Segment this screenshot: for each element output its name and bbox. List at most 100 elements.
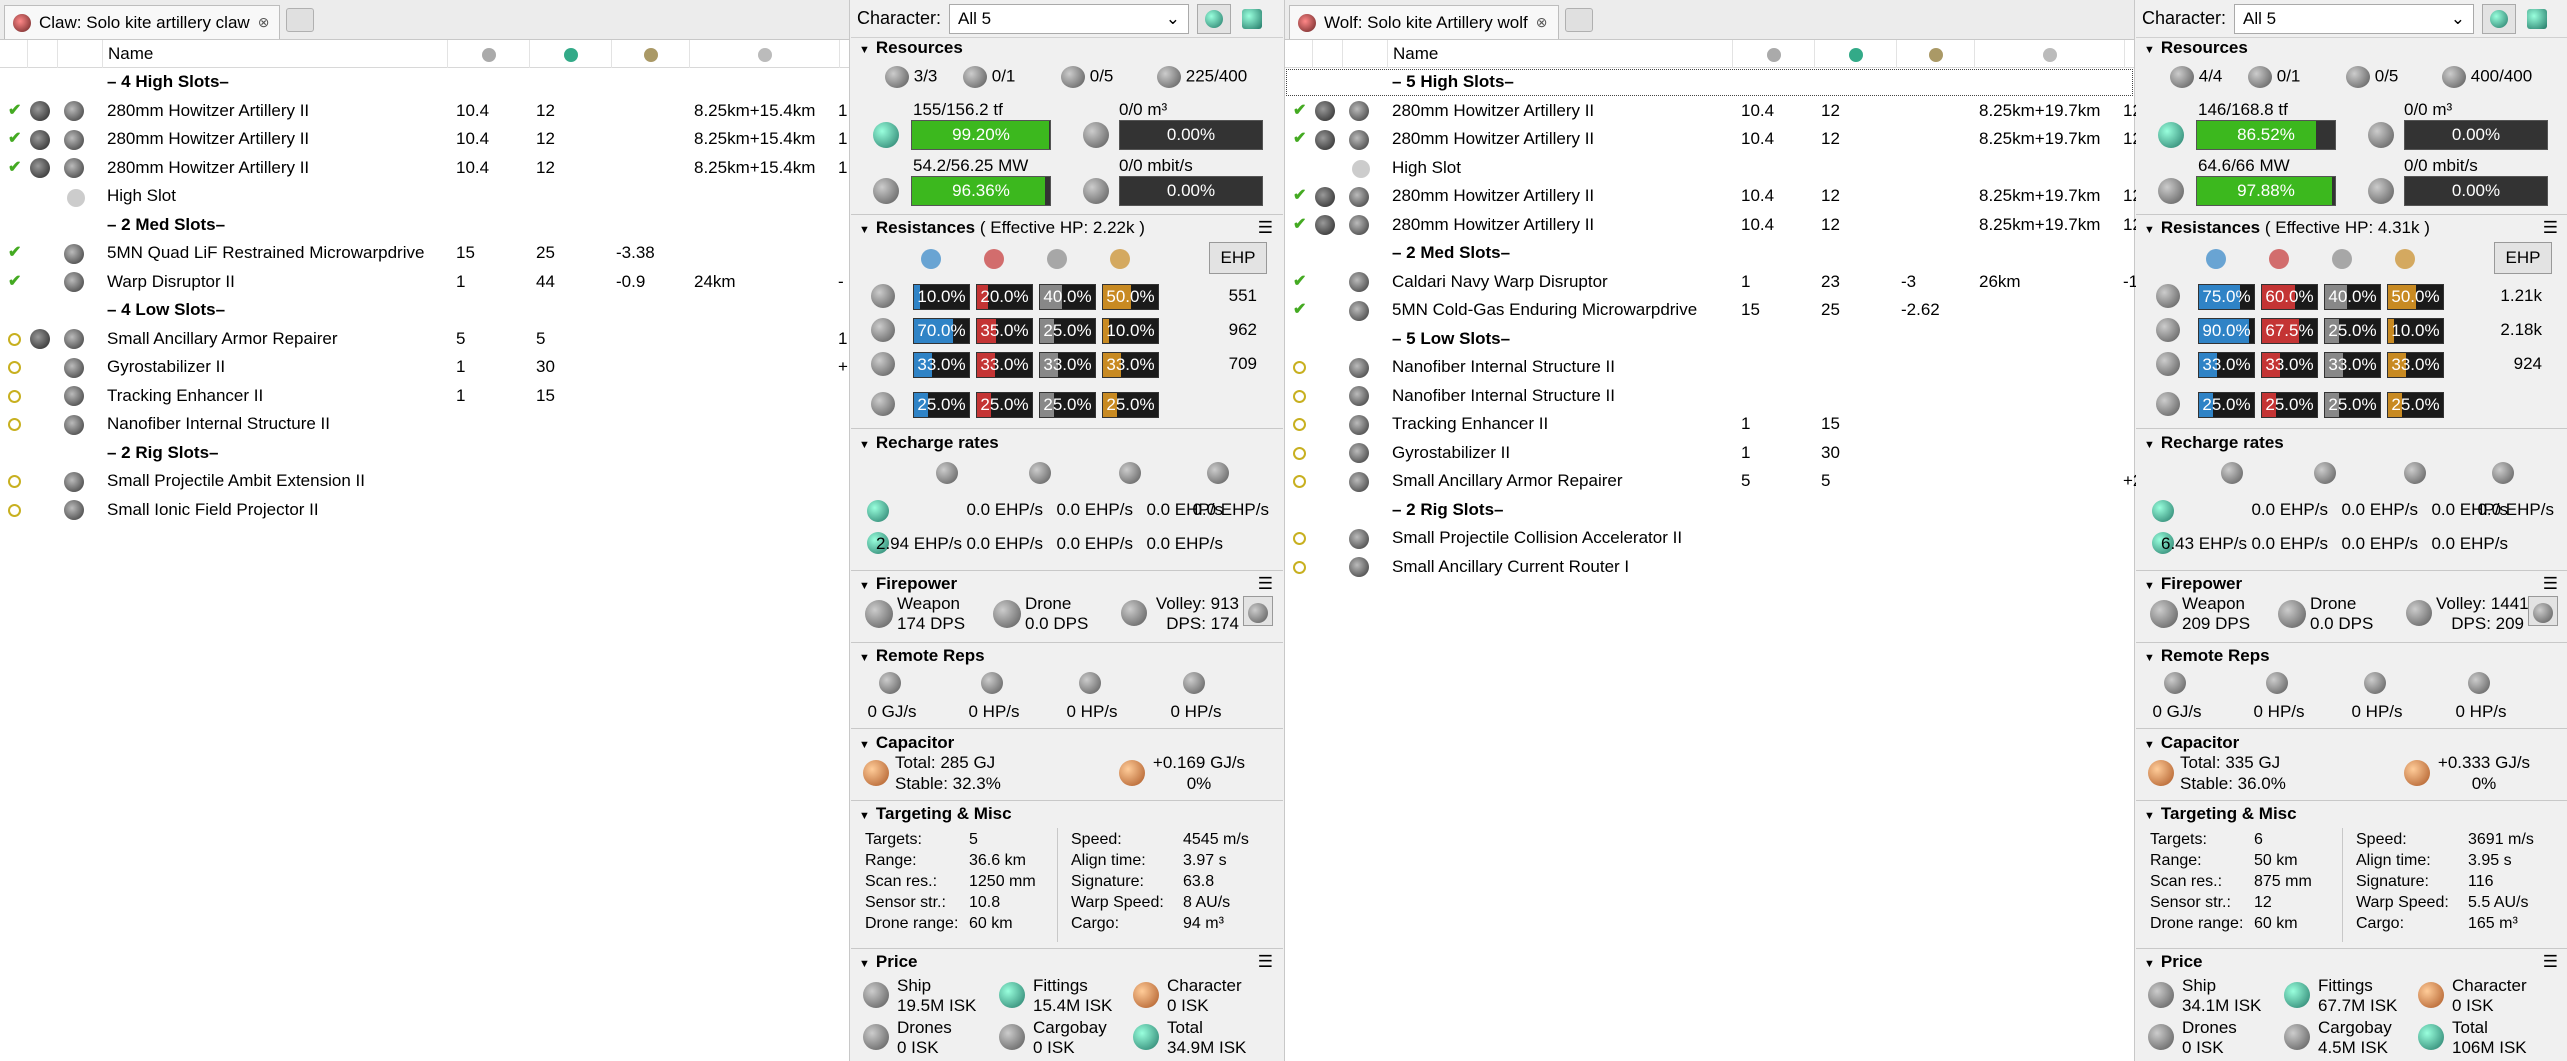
module-row[interactable]: Small Projectile Collision Accelerator I… xyxy=(1285,524,2134,553)
state-column[interactable] xyxy=(1285,40,1313,68)
meta-column[interactable] xyxy=(1313,40,1343,68)
icon-column[interactable] xyxy=(58,40,103,68)
resistances-section-title[interactable]: ▼ Resistances ( Effective HP: 4.31k ) ☰ xyxy=(2136,216,2567,240)
module-row[interactable]: Tracking Enhancer II 1 15 xyxy=(1285,410,2134,439)
empty-slot-row[interactable]: High Slot xyxy=(0,182,849,211)
resources-section-title[interactable]: ▼ Resources xyxy=(2136,36,2248,60)
offline-state-icon[interactable] xyxy=(1293,353,1306,382)
module-row[interactable]: ✔ 280mm Howitzer Artillery II 10.4 12 8.25km… xyxy=(0,154,849,183)
offline-state-icon[interactable] xyxy=(1293,553,1306,582)
offline-state-icon[interactable] xyxy=(8,467,21,496)
module-row[interactable]: ✔ 280mm Howitzer Artillery II 10.4 12 8.25km… xyxy=(1285,182,2142,211)
damage-pattern-button[interactable] xyxy=(1243,596,1273,626)
online-check-icon[interactable]: ✔ xyxy=(8,125,21,154)
menu-icon[interactable]: ☰ xyxy=(2543,950,2558,974)
new-tab-button[interactable] xyxy=(286,8,315,32)
slot-group-header[interactable]: – 5 Low Slots– xyxy=(1285,325,2134,354)
meta-column[interactable] xyxy=(28,40,58,68)
recharge-section-title[interactable]: ▼ Recharge rates xyxy=(851,431,999,455)
online-check-icon[interactable]: ✔ xyxy=(1293,296,1306,325)
module-row[interactable]: ✔ 280mm Howitzer Artillery II 10.4 12 8.25km… xyxy=(1285,125,2142,154)
slot-group-header[interactable]: – 2 Rig Slots– xyxy=(1285,496,2134,525)
targeting-section-title[interactable]: ▼ Targeting & Misc xyxy=(851,802,1012,826)
recharge-section-title[interactable]: ▼ Recharge rates xyxy=(2136,431,2284,455)
module-row[interactable]: ✔ 5MN Cold-Gas Enduring Microwarpdrive 15 2… xyxy=(1285,296,2134,325)
slot-group-header[interactable]: – 5 High Slots– xyxy=(1285,68,2134,97)
slot-group-header[interactable]: – 2 Med Slots– xyxy=(0,211,849,240)
module-row[interactable]: Small Projectile Ambit Extension II xyxy=(0,467,849,496)
menu-icon[interactable]: ☰ xyxy=(1258,216,1273,240)
refresh-button[interactable] xyxy=(2482,3,2517,34)
module-row[interactable]: Nanofiber Internal Structure II xyxy=(0,410,849,439)
module-row[interactable]: ✔ Warp Disruptor II 1 44 -0.9 24km - xyxy=(0,268,849,297)
fit-tab[interactable]: Claw: Solo kite artillery claw ⊗ xyxy=(4,5,281,39)
online-check-icon[interactable]: ✔ xyxy=(1293,211,1306,240)
close-icon[interactable]: ⊗ xyxy=(1536,14,1548,31)
module-row[interactable]: Small Ancillary Armor Repairer 5 5 1 xyxy=(0,325,849,354)
offline-state-icon[interactable] xyxy=(8,325,21,354)
ehp-toggle-button[interactable]: EHP xyxy=(1209,242,1267,274)
close-icon[interactable]: ⊗ xyxy=(258,14,270,31)
refresh-button[interactable] xyxy=(1197,3,1232,34)
online-check-icon[interactable]: ✔ xyxy=(8,268,21,297)
name-column-header[interactable]: Name xyxy=(103,40,448,68)
module-row[interactable]: ✔ 280mm Howitzer Artillery II 10.4 12 8.25km… xyxy=(0,125,849,154)
empty-slot-row[interactable]: High Slot xyxy=(1285,154,2134,183)
slot-group-header[interactable]: – 2 Rig Slots– xyxy=(0,439,849,468)
module-row[interactable]: ✔ 5MN Quad LiF Restrained Microwarpdrive 1… xyxy=(0,239,849,268)
module-row[interactable]: ✔ 280mm Howitzer Artillery II 10.4 12 8.25km… xyxy=(1285,97,2142,126)
offline-state-icon[interactable] xyxy=(8,496,21,525)
online-check-icon[interactable]: ✔ xyxy=(1293,182,1306,211)
name-column-header[interactable]: Name xyxy=(1388,40,1733,68)
character-select[interactable]: All 5 ⌄ xyxy=(2234,3,2475,34)
remote-reps-section-title[interactable]: ▼ Remote Reps xyxy=(2136,644,2270,668)
resistances-section-title[interactable]: ▼ Resistances ( Effective HP: 2.22k ) ☰ xyxy=(851,216,1283,240)
ehp-toggle-button[interactable]: EHP xyxy=(2494,242,2552,274)
offline-state-icon[interactable] xyxy=(8,410,21,439)
offline-state-icon[interactable] xyxy=(1293,410,1306,439)
offline-state-icon[interactable] xyxy=(1293,467,1306,496)
cpu-column[interactable] xyxy=(1733,40,1815,68)
online-check-icon[interactable]: ✔ xyxy=(1293,125,1306,154)
icon-column[interactable] xyxy=(1343,40,1388,68)
menu-icon[interactable]: ☰ xyxy=(2543,572,2558,596)
slot-group-header[interactable]: – 2 Med Slots– xyxy=(1285,239,2134,268)
online-check-icon[interactable]: ✔ xyxy=(8,154,21,183)
module-row[interactable]: Nanofiber Internal Structure II xyxy=(1285,353,2134,382)
capacitor-column[interactable] xyxy=(612,40,690,68)
price-section-title[interactable]: ▼ Price ☰ xyxy=(2136,950,2567,974)
module-row[interactable]: ✔ Caldari Navy Warp Disruptor 1 23 -3 26km -1 xyxy=(1285,268,2138,297)
range-column[interactable] xyxy=(690,40,840,68)
online-check-icon[interactable]: ✔ xyxy=(1293,97,1306,126)
module-row[interactable]: Gyrostabilizer II 1 30 + xyxy=(0,353,849,382)
resources-section-title[interactable]: ▼ Resources xyxy=(851,36,963,60)
module-row[interactable]: Small Ancillary Armor Repairer 5 5 +2 xyxy=(1285,467,2142,496)
module-row[interactable]: ✔ 280mm Howitzer Artillery II 10.4 12 8.25km… xyxy=(1285,211,2142,240)
module-row[interactable]: Gyrostabilizer II 1 30 xyxy=(1285,439,2134,468)
online-check-icon[interactable]: ✔ xyxy=(1293,268,1306,297)
offline-state-icon[interactable] xyxy=(1293,439,1306,468)
powergrid-column[interactable] xyxy=(530,40,612,68)
online-check-icon[interactable]: ✔ xyxy=(8,97,21,126)
menu-icon[interactable]: ☰ xyxy=(1258,572,1273,596)
module-row[interactable]: Tracking Enhancer II 1 15 xyxy=(0,382,849,411)
offline-state-icon[interactable] xyxy=(8,382,21,411)
module-row[interactable]: Nanofiber Internal Structure II xyxy=(1285,382,2134,411)
module-row[interactable]: Small Ionic Field Projector II xyxy=(0,496,849,525)
export-button[interactable] xyxy=(1239,4,1265,34)
remote-reps-section-title[interactable]: ▼ Remote Reps xyxy=(851,644,985,668)
powergrid-column[interactable] xyxy=(1815,40,1897,68)
price-section-title[interactable]: ▼ Price ☰ xyxy=(851,950,1283,974)
online-check-icon[interactable]: ✔ xyxy=(8,239,21,268)
menu-icon[interactable]: ☰ xyxy=(2543,216,2558,240)
slot-group-header[interactable]: – 4 High Slots– xyxy=(0,68,849,97)
state-column[interactable] xyxy=(0,40,28,68)
fit-tab[interactable]: Wolf: Solo kite Artillery wolf ⊗ xyxy=(1289,5,1559,39)
damage-pattern-button[interactable] xyxy=(2528,596,2558,626)
offline-state-icon[interactable] xyxy=(8,353,21,382)
offline-state-icon[interactable] xyxy=(1293,382,1306,411)
firepower-section-title[interactable]: ▼ Firepower ☰ xyxy=(2136,572,2567,596)
menu-icon[interactable]: ☰ xyxy=(1258,950,1273,974)
slot-group-header[interactable]: – 4 Low Slots– xyxy=(0,296,849,325)
export-button[interactable] xyxy=(2524,4,2550,34)
